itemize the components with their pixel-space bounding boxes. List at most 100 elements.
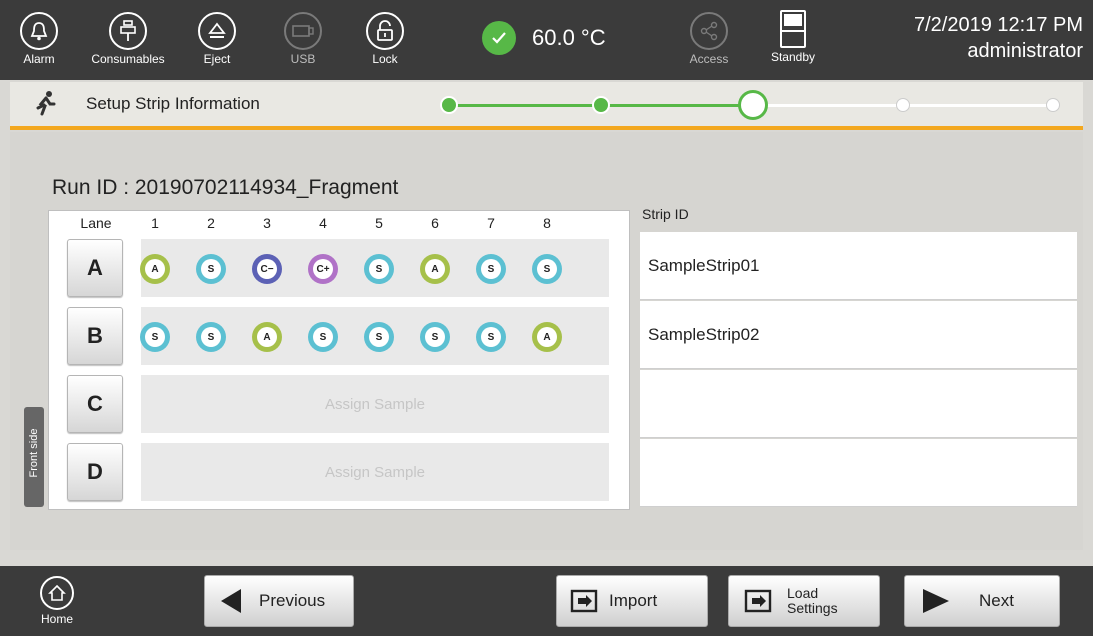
column-header-7: 7 [487, 215, 495, 231]
well-type-label: S [481, 259, 501, 279]
usb-button[interactable]: USB [270, 6, 336, 76]
previous-button[interactable]: Previous [204, 575, 354, 627]
load-settings-line2: Settings [787, 600, 838, 616]
lane-b-button[interactable]: B [67, 307, 123, 365]
load-settings-line1: Load [787, 585, 819, 601]
lane-d-button[interactable]: D [67, 443, 123, 501]
well-type-label: S [201, 327, 221, 347]
load-icon [744, 589, 772, 613]
lane-a-button[interactable]: A [67, 239, 123, 297]
sample-well-a1[interactable]: A [140, 254, 170, 284]
column-header-5: 5 [375, 215, 383, 231]
strip-id-header: Strip ID [642, 206, 689, 222]
lane-d-assign-sample[interactable]: Assign Sample [141, 443, 609, 501]
home-label: Home [40, 612, 73, 626]
home-button[interactable]: Home [34, 576, 80, 626]
sample-well-b1[interactable]: S [140, 322, 170, 352]
front-side-label: Front side [28, 428, 40, 478]
lane-header: Lane [80, 215, 112, 231]
front-side-indicator: Front side [24, 407, 44, 507]
sample-well-b5[interactable]: S [364, 322, 394, 352]
sample-well-a8[interactable]: S [532, 254, 562, 284]
step-4-pending [896, 98, 910, 112]
well-type-label: A [537, 327, 557, 347]
standby-label: Standby [770, 50, 816, 64]
sample-well-a7[interactable]: S [476, 254, 506, 284]
sample-well-b6[interactable]: S [420, 322, 450, 352]
lock-label: Lock [372, 52, 398, 66]
eject-label: Eject [203, 52, 231, 66]
strip-id-field-a[interactable]: SampleStrip01 [640, 232, 1077, 300]
sample-well-b8[interactable]: A [532, 322, 562, 352]
previous-label: Previous [259, 591, 326, 610]
bottom-toolbar: Home Previous Import Load Settings Next [0, 566, 1093, 636]
run-id: Run ID : 20190702114934_Fragment [52, 176, 399, 199]
column-header-3: 3 [263, 215, 271, 231]
usb-label: USB [290, 52, 316, 66]
main-panel: Run ID : 20190702114934_Fragment Lane 1 2… [10, 132, 1083, 550]
temperature-value: 60.0 °C [532, 25, 606, 50]
column-header-2: 2 [207, 215, 215, 231]
eject-icon [198, 12, 236, 50]
standby-icon [780, 10, 806, 48]
sample-well-b2[interactable]: S [196, 322, 226, 352]
sample-well-b4[interactable]: S [308, 322, 338, 352]
load-settings-button[interactable]: Load Settings [728, 575, 880, 627]
step-1-complete-icon [440, 96, 458, 114]
standby-button[interactable]: Standby [760, 6, 826, 76]
home-icon [40, 576, 74, 610]
user-name: administrator [967, 40, 1083, 62]
temperature-status: 60.0 °C [482, 18, 606, 58]
strip-id-field-d[interactable] [640, 439, 1077, 507]
column-header-8: 8 [543, 215, 551, 231]
unlock-icon [366, 12, 404, 50]
well-type-label: S [481, 327, 501, 347]
well-type-label: S [201, 259, 221, 279]
step-3-current [738, 90, 768, 120]
well-type-label: A [145, 259, 165, 279]
strip-id-field-b[interactable]: SampleStrip02 [640, 301, 1077, 369]
datetime: 7/2/2019 12:17 PM [913, 14, 1083, 36]
alarm-label: Alarm [23, 52, 55, 66]
sample-well-b3[interactable]: A [252, 322, 282, 352]
access-button[interactable]: Access [676, 6, 742, 76]
sample-well-a3[interactable]: C− [252, 254, 282, 284]
alarm-button[interactable]: Alarm [6, 6, 72, 76]
access-label: Access [689, 52, 729, 66]
running-person-icon [32, 90, 58, 123]
import-icon [570, 589, 598, 613]
sample-well-a5[interactable]: S [364, 254, 394, 284]
column-header-4: 4 [319, 215, 327, 231]
import-button[interactable]: Import [556, 575, 708, 627]
well-type-label: S [313, 327, 333, 347]
sample-well-a2[interactable]: S [196, 254, 226, 284]
checkmark-icon [482, 21, 516, 55]
lane-c-button[interactable]: C [67, 375, 123, 433]
strip-grid: Lane 1 2 3 4 5 6 7 8 A B C Assign Sample D Assi… [48, 210, 630, 510]
well-type-label: S [537, 259, 557, 279]
previous-arrow-icon [221, 589, 241, 613]
well-type-label: S [145, 327, 165, 347]
eject-button[interactable]: Eject [184, 6, 250, 76]
import-label: Import [609, 591, 658, 610]
datetime-user-box: 7/2/2019 12:17 PM administrator [914, 12, 1083, 64]
well-type-label: A [257, 327, 277, 347]
column-header-6: 6 [431, 215, 439, 231]
step-2-complete-icon [592, 96, 610, 114]
next-arrow-icon [923, 589, 949, 613]
next-button[interactable]: Next [904, 575, 1060, 627]
sample-well-a4[interactable]: C+ [308, 254, 338, 284]
lock-button[interactable]: Lock [352, 6, 418, 76]
share-icon [690, 12, 728, 50]
consumables-button[interactable]: Consumables [86, 6, 170, 76]
column-header-1: 1 [151, 215, 159, 231]
well-type-label: S [369, 327, 389, 347]
top-toolbar: Alarm Consumables Eject USB Lock 60.0 °C [0, 0, 1093, 80]
lane-c-assign-sample[interactable]: Assign Sample [141, 375, 609, 433]
step-5-pending [1046, 98, 1060, 112]
sample-well-b7[interactable]: S [476, 322, 506, 352]
consumables-icon [109, 12, 147, 50]
well-type-label: C− [257, 259, 277, 279]
sample-well-a6[interactable]: A [420, 254, 450, 284]
strip-id-field-c[interactable] [640, 370, 1077, 438]
